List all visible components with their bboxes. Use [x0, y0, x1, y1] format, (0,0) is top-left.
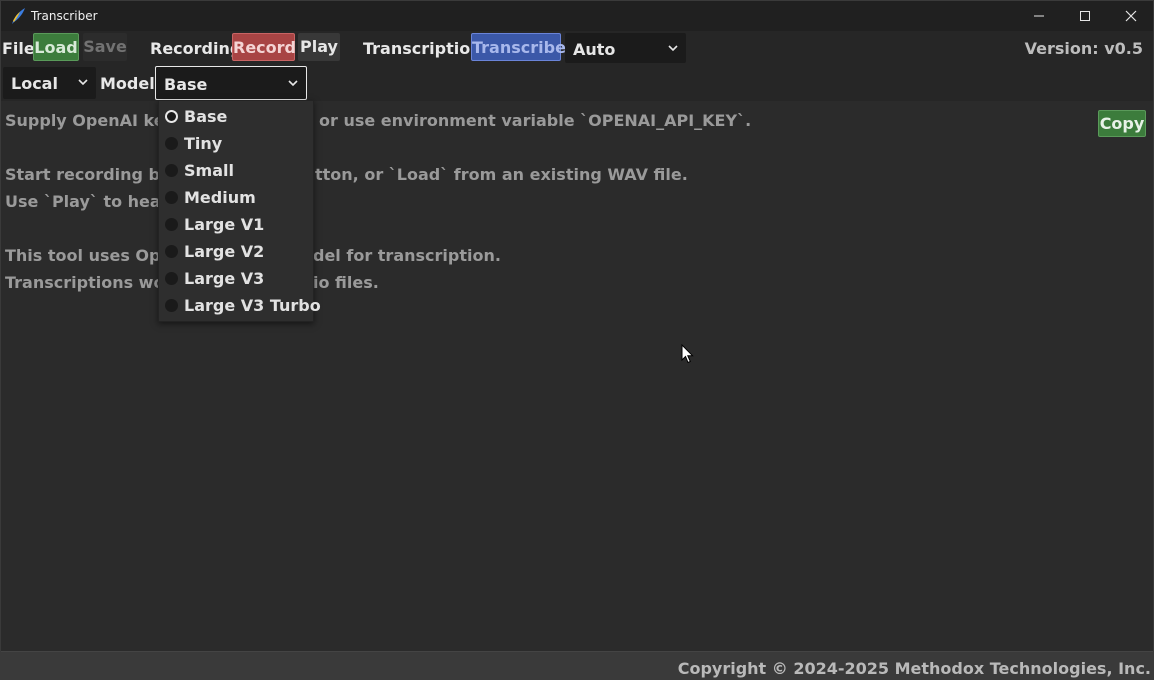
backend-select-value: Local	[11, 74, 58, 93]
close-button[interactable]	[1108, 1, 1153, 31]
version-label: Version: v0.5	[1024, 39, 1143, 58]
instruction-line: This tool uses Open	[5, 246, 183, 265]
load-button[interactable]: Load	[33, 33, 79, 61]
instruction-line: io files.	[313, 273, 379, 292]
close-icon	[1125, 10, 1137, 22]
chevron-down-icon	[78, 79, 88, 86]
model-toolbar: Local Model: Base	[1, 65, 1153, 101]
option-label: Large V2	[184, 242, 265, 261]
model-dropdown-menu: Base Tiny Small Medium Large V1 Large V2…	[158, 100, 321, 322]
radio-icon	[165, 218, 178, 231]
transcription-label: Transcription	[363, 39, 482, 58]
quill-app-icon	[12, 8, 25, 24]
option-label: Large V1	[184, 215, 265, 234]
copy-button[interactable]: Copy	[1098, 110, 1146, 137]
radio-selected-icon	[165, 110, 178, 123]
model-option-base[interactable]: Base	[163, 104, 307, 130]
option-label: Base	[184, 107, 228, 126]
option-label: Large V3	[184, 269, 265, 288]
instruction-line: or use environment variable `OPENAI_API_…	[319, 111, 752, 130]
option-label: Large V3 Turbo	[184, 296, 321, 315]
instruction-line: del for transcription.	[313, 246, 501, 265]
option-label: Medium	[184, 188, 256, 207]
option-label: Tiny	[184, 134, 223, 153]
model-option-large-v2[interactable]: Large V2	[163, 239, 307, 265]
chevron-down-icon	[288, 80, 298, 87]
radio-icon	[165, 137, 178, 150]
copyright-text: Copyright © 2024-2025 Methodox Technolog…	[677, 659, 1151, 678]
record-button[interactable]: Record	[232, 33, 296, 61]
main-toolbar: File Load Save Recording Record Play Tra…	[1, 31, 1153, 65]
radio-icon	[165, 272, 178, 285]
model-option-tiny[interactable]: Tiny	[163, 131, 307, 157]
instruction-line: Use `Play` to hear t	[5, 192, 182, 211]
mouse-cursor-icon	[681, 344, 694, 364]
model-option-medium[interactable]: Medium	[163, 185, 307, 211]
minimize-button[interactable]	[1016, 1, 1062, 31]
save-button[interactable]: Save	[83, 33, 127, 61]
backend-select[interactable]: Local	[3, 67, 96, 99]
model-option-small[interactable]: Small	[163, 158, 307, 184]
status-bar: Copyright © 2024-2025 Methodox Technolog…	[1, 651, 1153, 679]
minimize-icon	[1034, 15, 1044, 17]
model-option-large-v3[interactable]: Large V3	[163, 266, 307, 292]
transcribe-button[interactable]: Transcribe	[471, 33, 566, 61]
model-select[interactable]: Base	[155, 66, 307, 100]
model-option-large-v3-turbo[interactable]: Large V3 Turbo	[163, 293, 321, 319]
model-label: Model:	[100, 74, 162, 93]
option-label: Small	[184, 161, 234, 180]
chevron-down-icon	[668, 45, 678, 52]
radio-icon	[165, 245, 178, 258]
instruction-line: Transcriptions work	[5, 273, 183, 292]
window-title: Transcriber	[31, 9, 98, 23]
model-option-large-v1[interactable]: Large V1	[163, 212, 307, 238]
play-button[interactable]: Play	[298, 33, 340, 61]
title-bar[interactable]: Transcriber	[1, 1, 1153, 31]
file-label: File	[2, 39, 35, 58]
app-window: Transcriber File Load Save Recording Rec…	[0, 0, 1154, 680]
maximize-icon	[1080, 11, 1090, 21]
language-select[interactable]: Auto	[565, 33, 686, 63]
model-select-value: Base	[164, 75, 208, 94]
maximize-button[interactable]	[1062, 1, 1108, 31]
radio-icon	[165, 164, 178, 177]
radio-icon	[165, 191, 178, 204]
recording-label: Recording	[150, 39, 242, 58]
language-select-value: Auto	[573, 40, 616, 59]
radio-icon	[165, 299, 178, 312]
instruction-line: tton, or `Load` from an existing WAV fil…	[315, 165, 688, 184]
